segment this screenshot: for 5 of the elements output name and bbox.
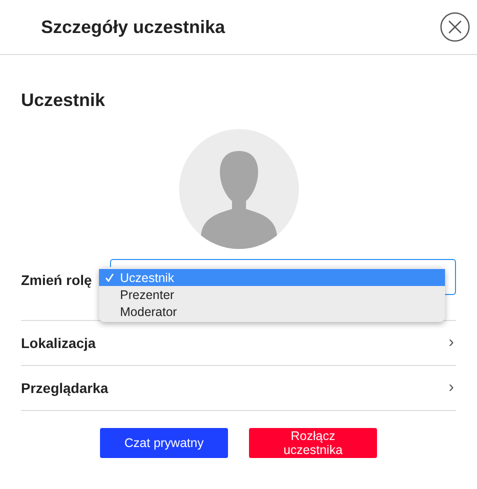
detail-label: Przeglądarka <box>21 380 108 396</box>
detail-label: Lokalizacja <box>21 335 96 351</box>
dialog-title: Szczegóły uczestnika <box>41 16 226 38</box>
section-title: Uczestnik <box>21 90 106 112</box>
role-label: Zmień rolę <box>21 272 92 288</box>
